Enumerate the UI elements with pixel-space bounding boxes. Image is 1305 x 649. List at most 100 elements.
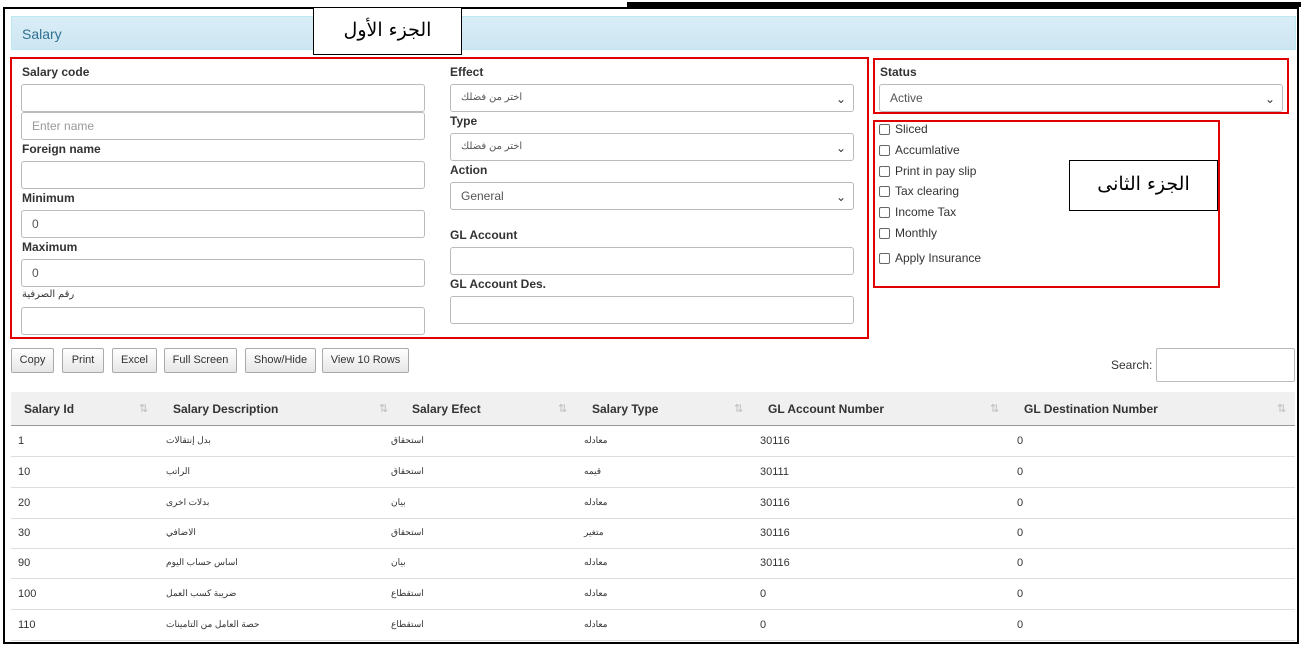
- gl-account-des-label: GL Account Des.: [450, 277, 547, 291]
- type-label: Type: [450, 114, 478, 128]
- checkbox-income-tax[interactable]: Income Tax: [879, 205, 956, 221]
- cell-effect: بيان: [391, 557, 406, 567]
- action-label: Action: [450, 163, 488, 177]
- minimum-input[interactable]: 0: [21, 210, 425, 238]
- type-select[interactable]: اختر من فضلك ⌄: [450, 133, 854, 161]
- effect-label: Effect: [450, 65, 484, 79]
- print-button[interactable]: Print: [62, 348, 104, 373]
- foreign-name-input[interactable]: [21, 161, 425, 189]
- cell-gl-account: 30116: [760, 557, 790, 569]
- gl-account-des-input[interactable]: [450, 296, 854, 324]
- checkbox-icon[interactable]: [879, 186, 890, 198]
- gl-account-input[interactable]: [450, 247, 854, 275]
- cell-id: 100: [18, 588, 37, 600]
- action-select[interactable]: General ⌄: [450, 182, 854, 210]
- search-input[interactable]: [1156, 348, 1295, 382]
- view-rows-button[interactable]: View 10 Rows: [322, 348, 409, 373]
- cell-effect: استقطاع: [391, 588, 424, 598]
- excel-button[interactable]: Excel: [112, 348, 157, 373]
- cell-id: 90: [18, 557, 31, 569]
- maximum-input[interactable]: 0: [21, 259, 425, 287]
- checkbox-icon[interactable]: [879, 124, 890, 136]
- status-select[interactable]: Active ⌄: [879, 84, 1283, 112]
- chevron-down-icon: ⌄: [835, 141, 846, 155]
- cell-description: ضريبة كسب العمل: [166, 588, 237, 598]
- cell-description: الاضافي: [166, 527, 196, 537]
- checkbox-icon[interactable]: [879, 253, 890, 265]
- checkbox-icon[interactable]: [879, 166, 890, 178]
- cell-description: بدلات اخرى: [166, 497, 210, 507]
- type-select-value: اختر من فضلك: [461, 141, 523, 152]
- checkbox-apply-insurance[interactable]: Apply Insurance: [879, 251, 981, 267]
- checkbox-sliced[interactable]: Sliced: [879, 122, 928, 138]
- full-screen-button[interactable]: Full Screen: [164, 348, 237, 373]
- cell-type: معادله: [584, 588, 608, 598]
- cell-gl-destination: 0: [1017, 588, 1024, 600]
- table-row[interactable]: 10 الراتب استحقاق قيمه 30111 0: [11, 457, 1295, 488]
- gl-account-label: GL Account: [450, 228, 518, 242]
- cell-description: اساس حساب اليوم: [166, 557, 238, 567]
- checkbox-print-in-pay-slip[interactable]: Print in pay slip: [879, 164, 976, 180]
- name-input[interactable]: Enter name: [21, 112, 425, 140]
- panel-title: Salary: [22, 26, 62, 42]
- header-salary-efect[interactable]: Salary Efect: [412, 402, 481, 416]
- action-select-value: General: [461, 189, 504, 203]
- cell-description: بدل إنتقالات: [166, 435, 211, 445]
- checkbox-icon[interactable]: [879, 207, 890, 219]
- checkbox-icon[interactable]: [879, 228, 890, 240]
- cell-gl-destination: 0: [1017, 557, 1024, 569]
- table-row[interactable]: 90 اساس حساب اليوم بيان معادله 30116 0: [11, 548, 1295, 579]
- panel-header: Salary: [11, 16, 1296, 50]
- checkbox-label: Accumlative: [895, 143, 960, 157]
- salary-code-input[interactable]: [21, 84, 425, 112]
- checkbox-label: Income Tax: [895, 205, 957, 219]
- cell-id: 1: [18, 435, 25, 447]
- chevron-down-icon: ⌄: [835, 92, 846, 106]
- cell-gl-account: 30116: [760, 497, 790, 509]
- cell-gl-destination: 0: [1017, 466, 1024, 478]
- cell-effect: استحقاق: [391, 527, 424, 537]
- cell-gl-account: 30116: [760, 435, 790, 447]
- table-row[interactable]: 30 الاضافي استحقاق متغير 30116 0: [11, 518, 1295, 549]
- cell-type: قيمه: [584, 466, 602, 476]
- header-salary-description[interactable]: Salary Description: [173, 402, 278, 416]
- cell-id: 30: [18, 527, 31, 539]
- effect-select[interactable]: اختر من فضلك ⌄: [450, 84, 854, 112]
- sort-icon[interactable]: ⇅: [558, 402, 567, 415]
- header-gl-destination-number[interactable]: GL Destination Number: [1024, 402, 1158, 416]
- sort-icon[interactable]: ⇅: [379, 402, 388, 415]
- cell-id: 20: [18, 497, 31, 509]
- checkbox-accumlative[interactable]: Accumlative: [879, 143, 960, 159]
- table-row[interactable]: 1 بدل إنتقالات استحقاق معادله 30116 0: [11, 426, 1295, 457]
- table-row[interactable]: 100 ضريبة كسب العمل استقطاع معادله 0 0: [11, 579, 1295, 610]
- search-label: Search:: [1111, 358, 1153, 372]
- cell-effect: استحقاق: [391, 435, 424, 445]
- sort-icon[interactable]: ⇅: [990, 402, 999, 415]
- chevron-down-icon: ⌄: [1264, 92, 1275, 106]
- annotation-part2: الجزء الثانى: [1069, 160, 1218, 211]
- status-select-value: Active: [890, 91, 923, 105]
- cell-effect: استحقاق: [391, 466, 424, 476]
- copy-button[interactable]: Copy: [11, 348, 54, 373]
- table-row[interactable]: 110 حصة العامل من التامينات استقطاع معاد…: [11, 610, 1295, 641]
- show-hide-button[interactable]: Show/Hide: [245, 348, 316, 373]
- checkbox-tax-clearing[interactable]: Tax clearing: [879, 184, 959, 200]
- checkbox-icon[interactable]: [879, 145, 890, 157]
- header-salary-type[interactable]: Salary Type: [592, 402, 658, 416]
- cell-gl-account: 0: [760, 588, 767, 600]
- header-salary-id[interactable]: Salary Id: [24, 402, 74, 416]
- cell-gl-destination: 0: [1017, 619, 1024, 631]
- cell-gl-account: 30111: [760, 466, 789, 478]
- table-row[interactable]: 20 بدلات اخرى بيان معادله 30116 0: [11, 488, 1295, 519]
- sort-icon[interactable]: ⇅: [1277, 402, 1286, 415]
- sort-icon[interactable]: ⇅: [734, 402, 743, 415]
- header-gl-account-number[interactable]: GL Account Number: [768, 402, 884, 416]
- status-label: Status: [880, 65, 917, 79]
- checkbox-monthly[interactable]: Monthly: [879, 226, 937, 242]
- serial-no-input[interactable]: [21, 307, 425, 335]
- cell-type: معادله: [584, 619, 608, 629]
- checkbox-label: Tax clearing: [895, 184, 960, 198]
- cell-gl-account: 30116: [760, 527, 790, 539]
- sort-icon[interactable]: ⇅: [139, 402, 148, 415]
- cell-gl-destination: 0: [1017, 435, 1024, 447]
